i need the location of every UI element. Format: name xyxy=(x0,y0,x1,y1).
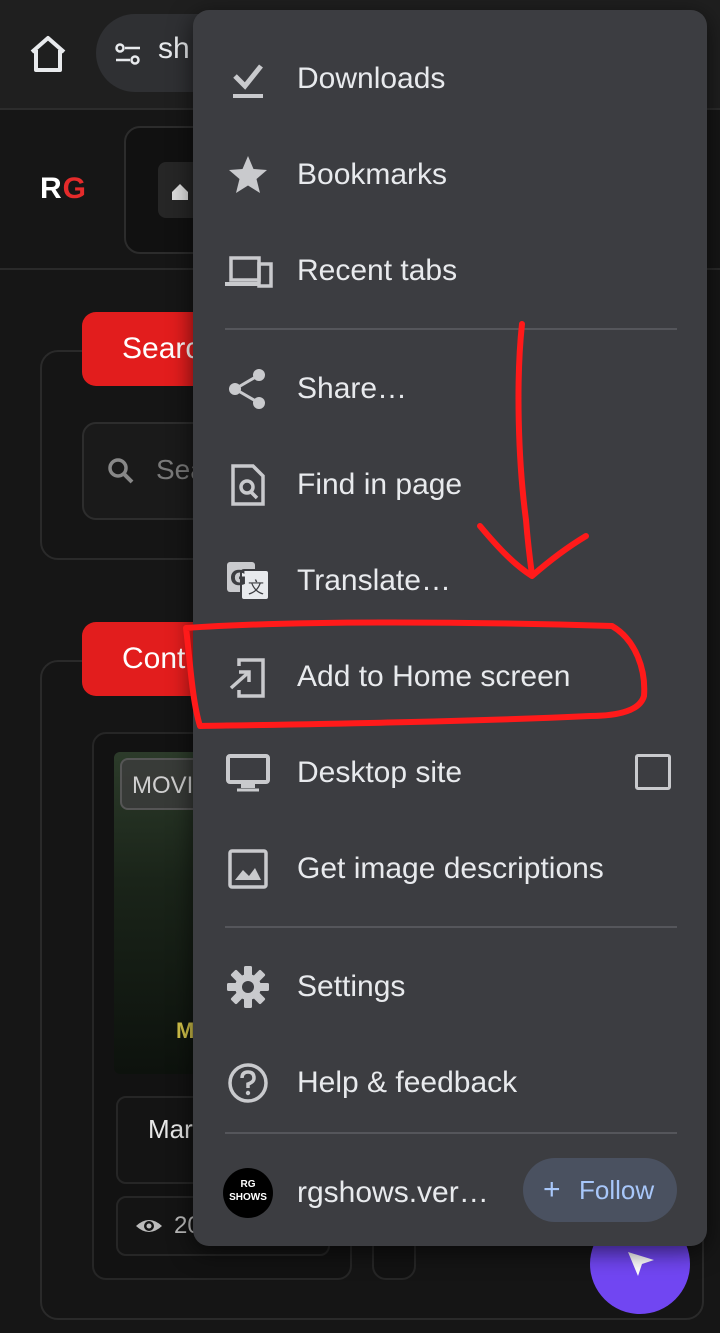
menu-item-image-descriptions[interactable]: Get image descriptions xyxy=(193,822,707,918)
site-name[interactable]: rgshows.ver… xyxy=(297,1176,489,1210)
site-avatar: RG SHOWS xyxy=(223,1168,273,1218)
star-icon xyxy=(225,152,271,198)
movie-title: Mar xyxy=(148,1114,193,1144)
desktop-site-checkbox[interactable] xyxy=(635,754,671,790)
gear-icon xyxy=(225,964,271,1010)
send-icon xyxy=(628,1252,654,1276)
page-info-icon[interactable] xyxy=(112,38,144,70)
desktop-icon xyxy=(225,750,271,796)
translate-icon: G文 xyxy=(225,558,271,604)
plus-icon: + xyxy=(543,1173,561,1206)
home-icon[interactable] xyxy=(22,28,74,80)
poster-title-fragment: M xyxy=(176,1018,195,1043)
menu-divider xyxy=(225,926,677,928)
eye-icon xyxy=(136,1220,162,1232)
svg-text:G: G xyxy=(230,566,246,590)
help-icon xyxy=(225,1060,271,1106)
menu-item-bookmarks[interactable]: Bookmarks xyxy=(193,128,707,224)
image-icon xyxy=(225,846,271,892)
devices-icon xyxy=(225,248,273,294)
follow-button[interactable]: + Follow xyxy=(523,1158,677,1222)
url-text[interactable]: sh xyxy=(158,32,190,66)
menu-item-help-feedback[interactable]: Help & feedback xyxy=(193,1036,707,1132)
menu-item-settings[interactable]: Settings xyxy=(193,940,707,1036)
site-follow-row: RG SHOWS rgshows.ver… + Follow xyxy=(193,1148,707,1236)
add-to-home-screen-icon xyxy=(225,654,271,700)
find-in-page-icon xyxy=(225,462,271,508)
overflow-menu: Downloads Bookmarks Recent tabs Share… F… xyxy=(193,10,707,1246)
svg-text:文: 文 xyxy=(248,578,264,597)
menu-item-recent-tabs[interactable]: Recent tabs xyxy=(193,224,707,320)
menu-item-add-to-home-screen[interactable]: Add to Home screen xyxy=(193,630,707,726)
menu-item-translate[interactable]: G文 Translate… xyxy=(193,534,707,630)
menu-item-find-in-page[interactable]: Find in page xyxy=(193,438,707,534)
search-icon xyxy=(108,458,134,484)
menu-item-share[interactable]: Share… xyxy=(193,342,707,438)
site-logo[interactable]: RG xyxy=(40,172,87,206)
menu-divider xyxy=(225,1132,677,1134)
download-icon xyxy=(225,56,271,102)
menu-divider xyxy=(225,328,677,330)
share-icon xyxy=(225,366,271,412)
menu-item-downloads[interactable]: Downloads xyxy=(193,32,707,128)
menu-item-desktop-site[interactable]: Desktop site xyxy=(193,726,707,822)
